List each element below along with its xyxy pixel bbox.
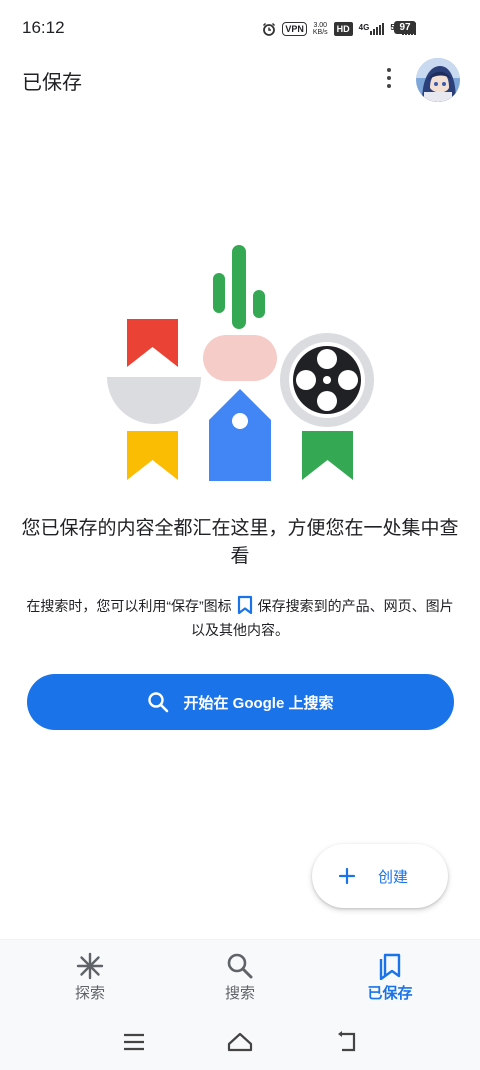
pink-pot [203, 335, 277, 381]
empty-state-description: 在搜索时，您可以利用“保存”图标 保存搜索到的产品、网页、图片以及其他内容。 [20, 594, 460, 642]
home-icon[interactable] [226, 1029, 254, 1055]
film-reel [280, 333, 374, 427]
speed-value: 3.00 [313, 22, 328, 29]
nav-item-explore[interactable]: 探索 [30, 940, 150, 1016]
create-label: 创建 [378, 868, 409, 886]
avatar[interactable] [416, 58, 460, 102]
nav-label-explore: 探索 [74, 985, 105, 1002]
page-title: 已保存 [22, 72, 82, 94]
asterisk-icon [76, 952, 104, 980]
sim1-network-type: 4G [358, 23, 370, 32]
plus-icon [338, 867, 356, 885]
search-icon [227, 953, 253, 979]
system-navigation [0, 1015, 480, 1070]
network-speed: 3.00 KB/s [313, 22, 328, 36]
gray-bowl [107, 377, 201, 424]
alarm-icon [263, 22, 276, 36]
battery-indicator: 97 [394, 21, 416, 34]
nav-item-search[interactable]: 搜索 [180, 940, 300, 1016]
start-search-button[interactable]: 开始在 Google 上搜索 [27, 674, 454, 730]
search-icon [148, 692, 169, 713]
desc-before-icon: 在搜索时，您可以利用“保存”图标 [26, 598, 232, 614]
speed-unit: KB/s [312, 29, 328, 36]
nav-label-search: 搜索 [224, 985, 255, 1002]
vpn-badge: VPN [282, 22, 307, 36]
blue-tag [209, 389, 271, 481]
create-button[interactable]: 创建 [312, 844, 448, 908]
green-banner [302, 431, 353, 480]
nav-item-saved[interactable]: 已保存 [330, 940, 450, 1016]
status-time: 16:12 [22, 18, 65, 37]
saved-bookmarks-icon [379, 953, 401, 980]
anime-avatar-icon [416, 58, 460, 102]
sim1-signal: 4G [359, 23, 385, 35]
start-search-label: 开始在 Google 上搜索 [183, 694, 334, 712]
bookmark-icon [237, 595, 252, 615]
more-vert-icon[interactable] [382, 66, 396, 90]
bottom-navigation: 探索 搜索 已保存 [0, 939, 480, 1016]
cactus [213, 245, 265, 329]
yellow-banner [127, 431, 178, 480]
red-banner [127, 319, 178, 367]
saved-illustration [107, 245, 374, 481]
empty-state-title: 您已保存的内容全都汇在这里，方便您在一处集中查看 [21, 518, 459, 567]
hd-badge: HD [333, 22, 353, 36]
menu-icon[interactable] [120, 1029, 148, 1055]
back-icon[interactable] [334, 1029, 362, 1055]
nav-label-saved: 已保存 [367, 985, 413, 1002]
status-icons: VPN 3.00KB/s HD 4G 5G [262, 20, 416, 38]
